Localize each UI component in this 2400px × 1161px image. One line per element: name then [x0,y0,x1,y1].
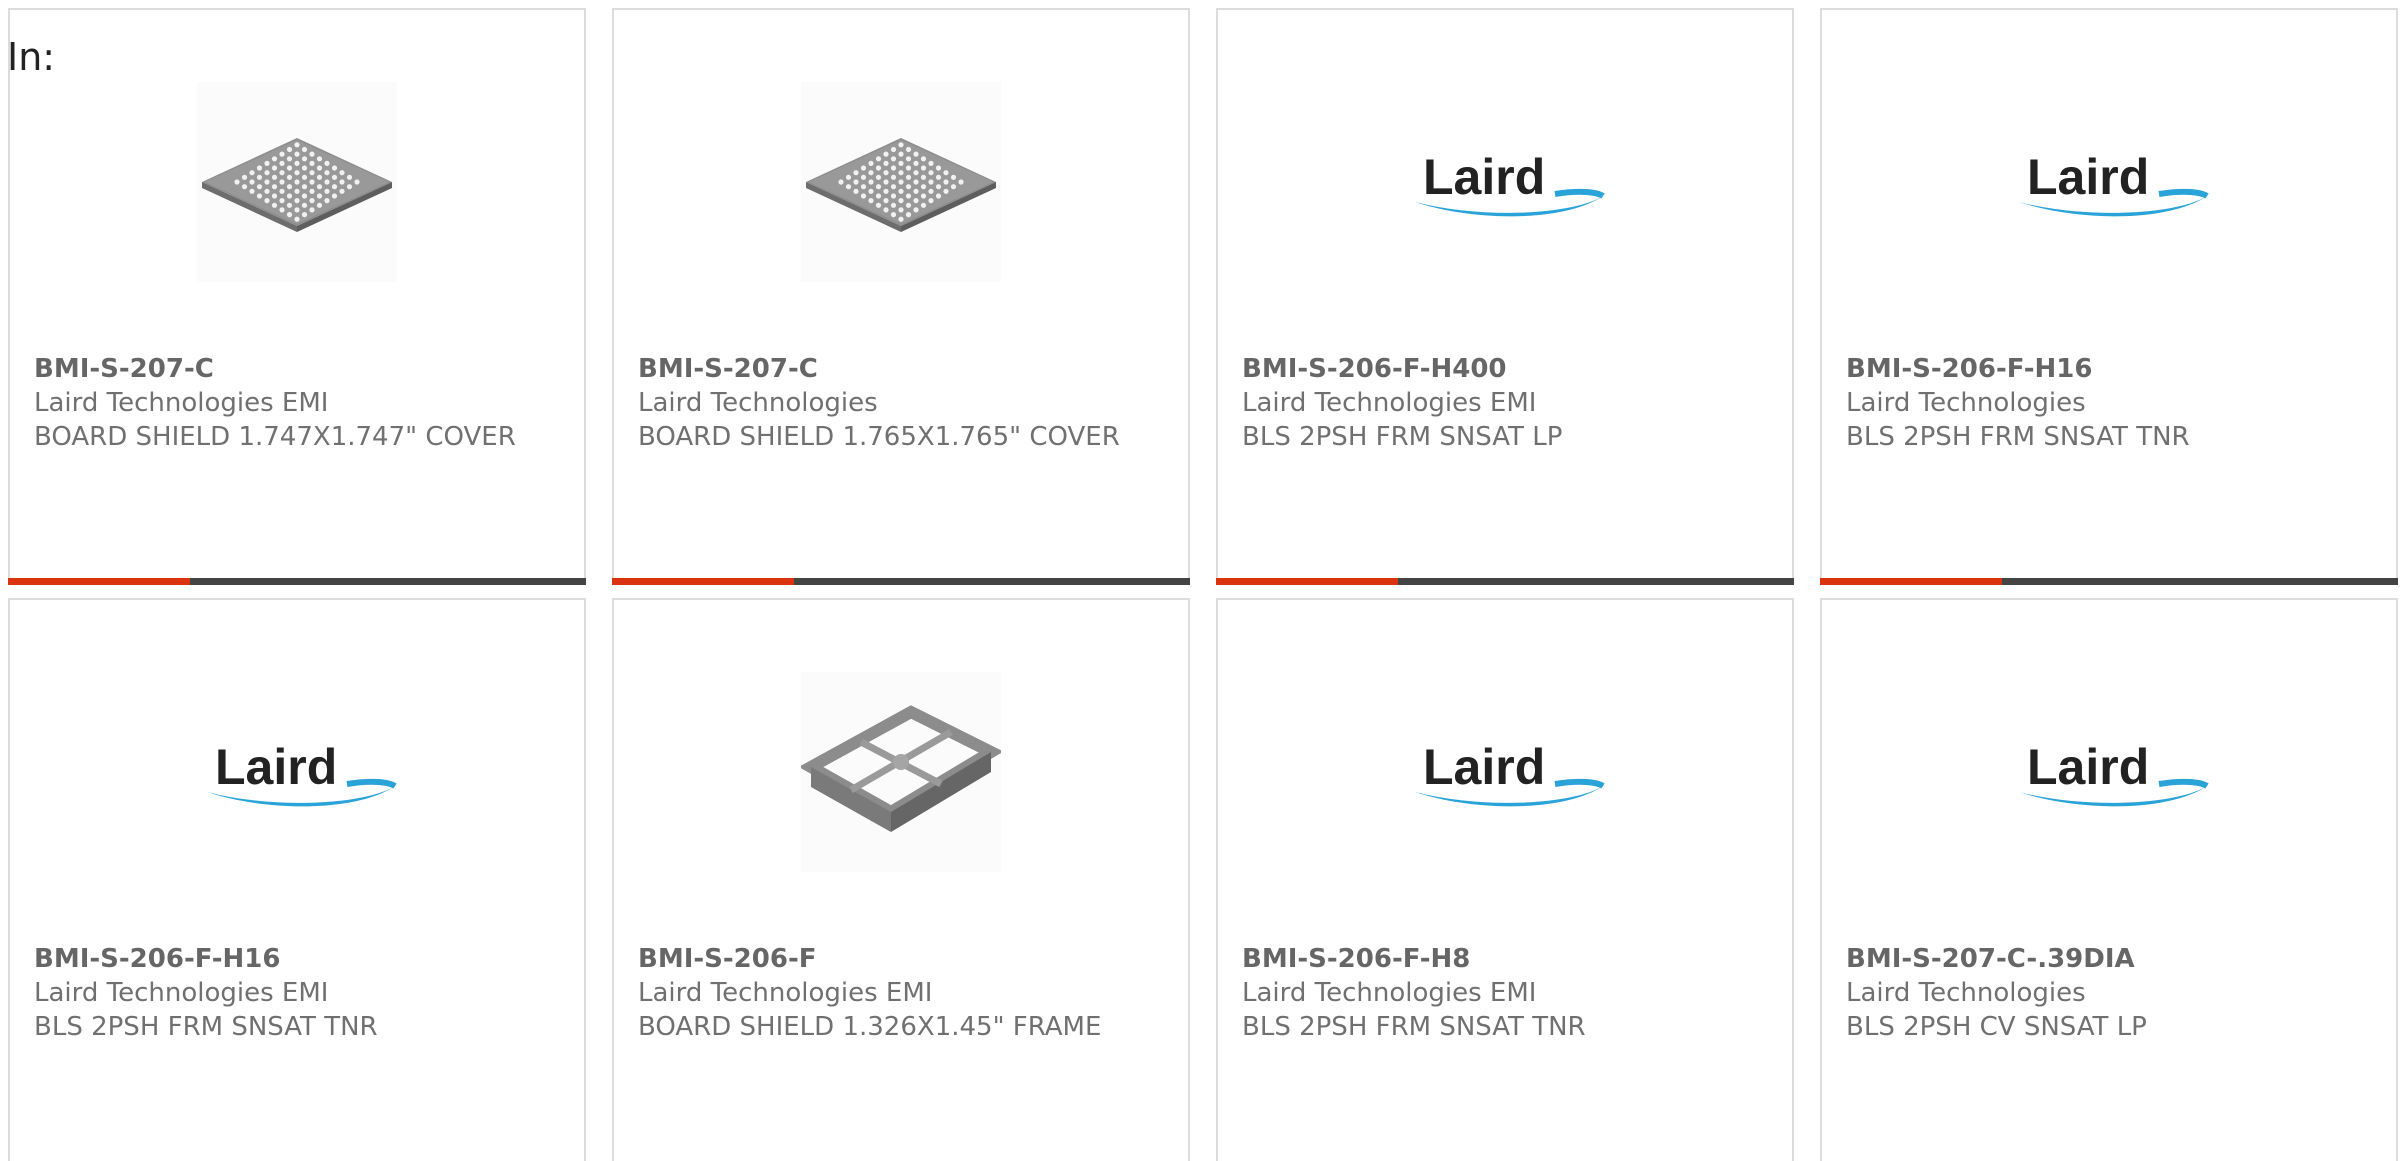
part-number: BMI-S-206-F [638,944,817,974]
part-number: BMI-S-206-F-H16 [34,944,281,974]
part-number: BMI-S-207-C [638,354,818,384]
product-card-5[interactable]: Laird BMI-S-206-F-H16 Laird Technologies… [8,598,586,1161]
manufacturer-name: Laird Technologies EMI [1242,388,1537,418]
card-bottom-bar-accent [1216,578,1398,585]
manufacturer-name: Laird Technologies [1846,978,2086,1008]
laird-logo-text: Laird [215,739,337,795]
product-description: BOARD SHIELD 1.326X1.45" FRAME [638,1012,1102,1042]
laird-logo-text: Laird [1423,739,1545,795]
manufacturer-name: Laird Technologies EMI [1242,978,1537,1008]
card-bottom-bar-accent [612,578,794,585]
shield-frame-icon [801,672,1001,872]
part-number: BMI-S-206-F-H400 [1242,354,1507,384]
product-description: BLS 2PSH FRM SNSAT TNR [1242,1012,1586,1042]
part-number: BMI-S-207-C-.39DIA [1846,944,2135,974]
in-label: In: [7,35,56,79]
manufacturer-name: Laird Technologies EMI [34,978,329,1008]
product-card-4[interactable]: Laird BMI-S-206-F-H16 Laird Technologies… [1820,8,2398,585]
manufacturer-name: Laird Technologies EMI [34,388,329,418]
product-card-1[interactable]: BMI-S-207-C Laird Technologies EMI BOARD… [8,8,586,585]
product-card-8[interactable]: Laird BMI-S-207-C-.39DIA Laird Technolog… [1820,598,2398,1161]
product-info: BMI-S-207-C-.39DIA Laird Technologies BL… [1846,942,2372,1044]
product-card-3[interactable]: Laird BMI-S-206-F-H400 Laird Technologie… [1216,8,1794,585]
product-description: BLS 2PSH FRM SNSAT LP [1242,422,1563,452]
product-description: BLS 2PSH FRM SNSAT TNR [34,1012,378,1042]
part-number: BMI-S-207-C [34,354,214,384]
card-bottom-bar-accent [8,578,190,585]
product-info: BMI-S-207-C Laird Technologies EMI BOARD… [34,352,560,454]
manufacturer-name: Laird Technologies EMI [638,978,933,1008]
manufacturer-name: Laird Technologies [638,388,878,418]
product-info: BMI-S-207-C Laird Technologies BOARD SHI… [638,352,1164,454]
laird-logo-text: Laird [1423,149,1545,205]
product-info: BMI-S-206-F-H8 Laird Technologies EMI BL… [1242,942,1768,1044]
laird-logo: Laird [2009,672,2209,872]
card-bottom-bar [8,578,586,585]
card-bottom-bar [1216,578,1794,585]
product-info: BMI-S-206-F-H400 Laird Technologies EMI … [1242,352,1768,454]
product-grid: BMI-S-207-C Laird Technologies EMI BOARD… [8,8,2398,1161]
part-number: BMI-S-206-F-H8 [1242,944,1471,974]
product-results-page: In: BMI-S-207-C Laird Technologies EMI B… [0,0,2400,1161]
laird-logo: Laird [1405,672,1605,872]
product-description: BLS 2PSH CV SNSAT LP [1846,1012,2147,1042]
product-info: BMI-S-206-F-H16 Laird Technologies EMI B… [34,942,560,1044]
laird-logo-text: Laird [2027,739,2149,795]
part-number: BMI-S-206-F-H16 [1846,354,2093,384]
manufacturer-name: Laird Technologies [1846,388,2086,418]
laird-logo-icon: Laird [207,739,397,807]
product-info: BMI-S-206-F-H16 Laird Technologies BLS 2… [1846,352,2372,454]
laird-logo-icon: Laird [1415,149,1605,217]
laird-logo-icon: Laird [1415,739,1605,807]
laird-logo-icon: Laird [2019,739,2209,807]
laird-logo-text: Laird [2027,149,2149,205]
laird-logo-icon: Laird [2019,149,2209,217]
product-info: BMI-S-206-F Laird Technologies EMI BOARD… [638,942,1164,1044]
shield-cover-icon [801,82,1001,282]
shield-cover-icon [197,82,397,282]
card-bottom-bar [1820,578,2398,585]
laird-logo: Laird [1405,82,1605,282]
laird-logo: Laird [2009,82,2209,282]
card-bottom-bar [612,578,1190,585]
product-description: BOARD SHIELD 1.747X1.747" COVER [34,422,516,452]
product-description: BLS 2PSH FRM SNSAT TNR [1846,422,2190,452]
product-card-2[interactable]: BMI-S-207-C Laird Technologies BOARD SHI… [612,8,1190,585]
product-card-6[interactable]: BMI-S-206-F Laird Technologies EMI BOARD… [612,598,1190,1161]
product-description: BOARD SHIELD 1.765X1.765" COVER [638,422,1120,452]
product-card-7[interactable]: Laird BMI-S-206-F-H8 Laird Technologies … [1216,598,1794,1161]
laird-logo: Laird [197,672,397,872]
card-bottom-bar-accent [1820,578,2002,585]
